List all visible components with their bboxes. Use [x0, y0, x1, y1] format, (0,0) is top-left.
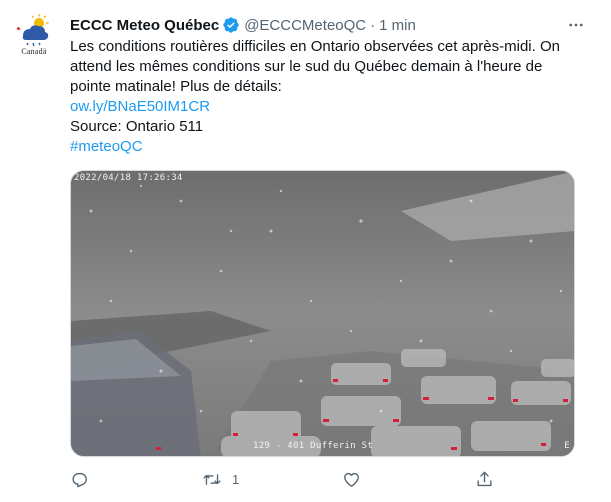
retweet-button[interactable]: 1 — [202, 469, 239, 489]
tweet-text-line-2: attend les mêmes conditions sur le sud d… — [70, 58, 543, 75]
camera-corner-mark: E — [564, 441, 570, 451]
tweet-actions: 1 — [70, 469, 570, 489]
weather-logo-icon — [16, 14, 49, 47]
reply-button[interactable] — [70, 469, 99, 489]
camera-timestamp: 2022/04/18 17:26:34 — [74, 173, 183, 183]
tweet-text-line-3: pointe matinale! Plus de détails: — [70, 78, 282, 95]
share-button[interactable] — [475, 469, 494, 489]
tweet[interactable]: Canadä ECCC Meteo Québec @ECCCMeteoQC · … — [0, 0, 611, 502]
more-options-icon[interactable] — [565, 14, 587, 36]
share-icon — [475, 470, 494, 489]
heart-icon — [342, 470, 361, 489]
traffic-camera-image[interactable]: 2022/04/18 17:26:34 129 - 401 Dufferin S… — [70, 170, 575, 457]
retweet-icon — [202, 470, 222, 489]
avatar[interactable]: Canadä — [12, 14, 56, 62]
hashtag-link[interactable]: #meteoQC — [70, 137, 590, 157]
tweet-header: ECCC Meteo Québec @ECCCMeteoQC · 1 min — [70, 15, 591, 35]
snowy-highway-scene — [71, 171, 574, 456]
retweet-count: 1 — [232, 471, 240, 487]
details-link[interactable]: ow.ly/BNaE50IM1CR — [70, 97, 590, 117]
avatar-caption: Canadä — [21, 47, 47, 56]
author-handle[interactable]: @ECCCMeteoQC — [244, 17, 366, 34]
timestamp[interactable]: 1 min — [379, 17, 416, 34]
tweet-text: Les conditions routières difficiles en O… — [70, 37, 590, 157]
like-button[interactable] — [342, 469, 371, 489]
camera-location: 129 - 401 Dufferin St — [253, 441, 374, 451]
tweet-text-line-1: Les conditions routières difficiles en O… — [70, 38, 560, 55]
source-text: Source: Ontario 511 — [70, 118, 204, 135]
verified-badge-icon — [222, 16, 240, 34]
reply-icon — [70, 470, 89, 489]
author-name[interactable]: ECCC Meteo Québec — [70, 17, 219, 34]
header-separator: · — [370, 16, 376, 34]
